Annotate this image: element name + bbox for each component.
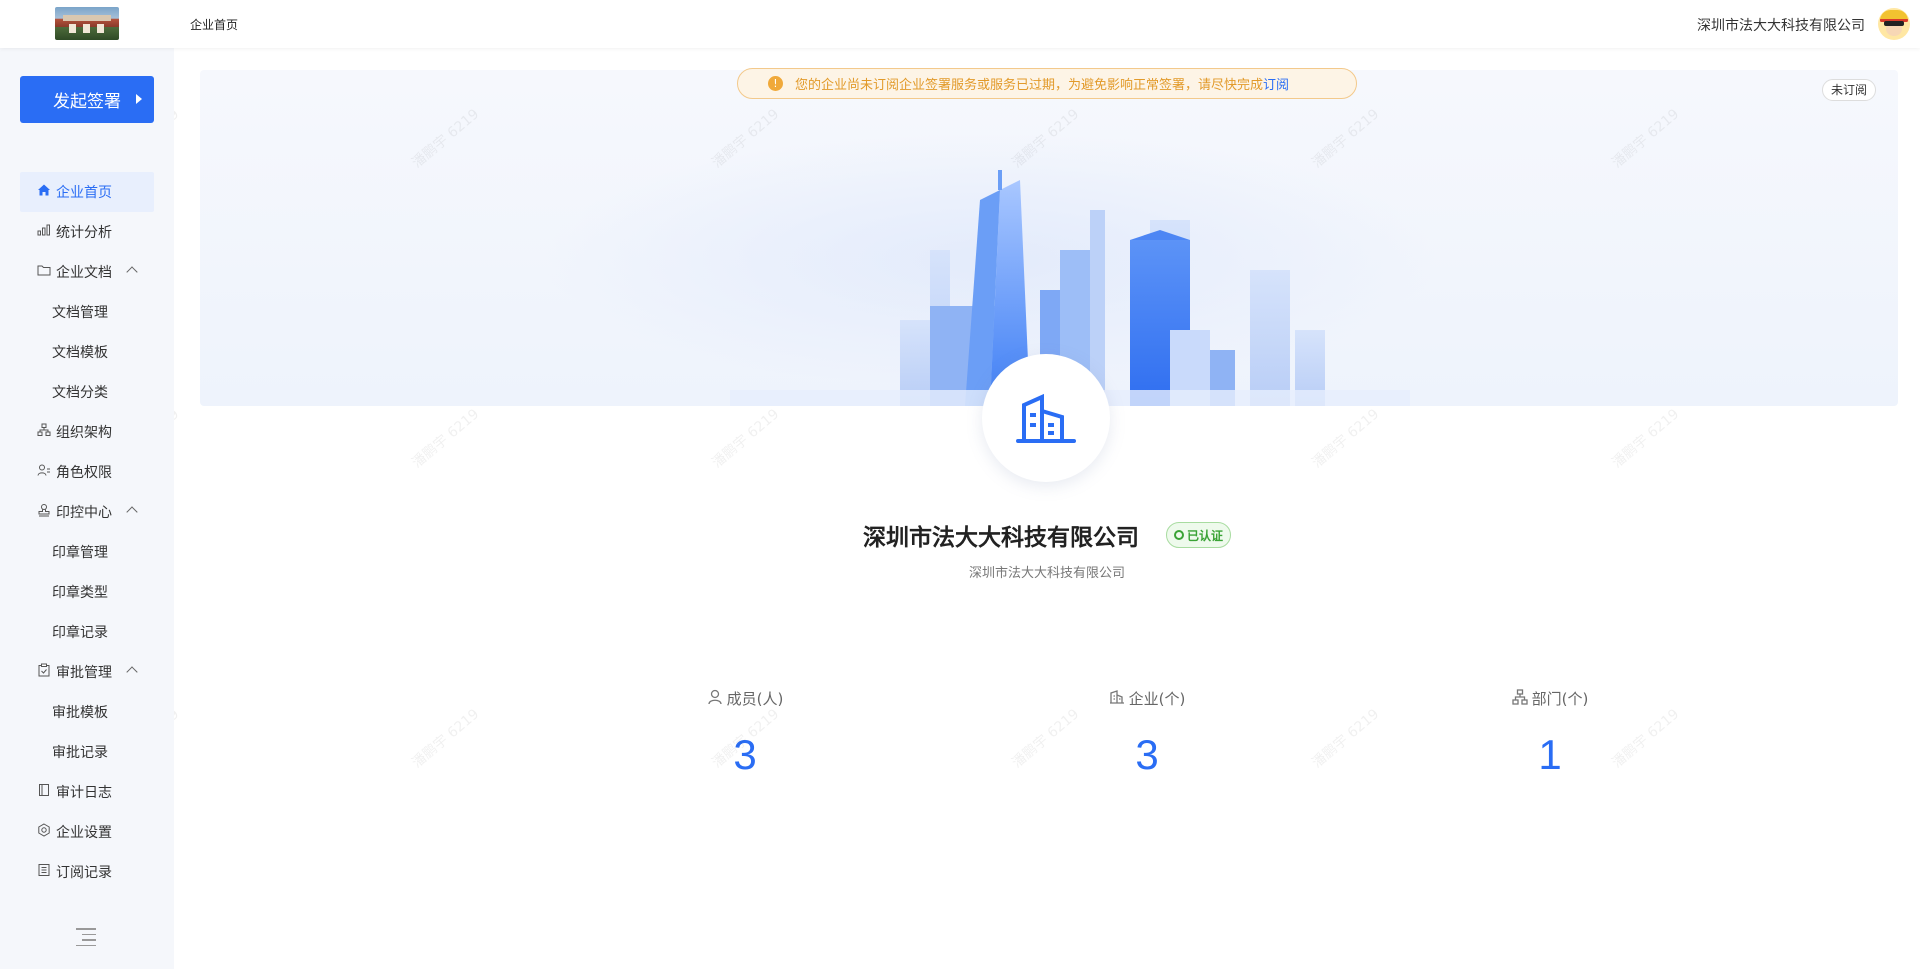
watermark-text: 潘鹏宇 6219	[1609, 406, 1683, 472]
sidebar-item-label: 企业首页	[56, 185, 112, 201]
user-icon	[707, 689, 723, 709]
sidebar-item-statistics[interactable]: 统计分析	[20, 212, 154, 252]
sidebar-item-roles[interactable]: 角色权限	[20, 452, 154, 492]
sidebar-item-label: 企业文档	[56, 265, 112, 281]
sidebar-item-approval-templates[interactable]: 审批模板	[20, 692, 154, 732]
sidebar-item-subscription-records[interactable]: 订阅记录	[20, 852, 154, 892]
sidebar-item-seal-records[interactable]: 印章记录	[20, 612, 154, 652]
sidebar-nav: 企业首页 统计分析 企业文档 文档管理 文档模板 文档分类 组织架构 角色权限 …	[20, 172, 154, 892]
notebook-icon	[36, 783, 52, 801]
verified-icon	[1174, 530, 1185, 540]
building-icon	[1016, 393, 1076, 443]
sidebar-item-label: 审批模板	[52, 705, 108, 721]
stat-departments[interactable]: 部门(个) 1	[1450, 688, 1650, 779]
stat-label: 成员(人)	[726, 690, 784, 708]
watermark-text: 潘鹏宇 6219	[174, 706, 183, 771]
bar-chart-icon	[36, 223, 52, 241]
document-list-icon	[36, 863, 52, 881]
app-logo[interactable]	[55, 7, 119, 40]
sidebar-item-label: 印章类型	[52, 585, 108, 601]
subscribe-link[interactable]: 订阅	[1263, 74, 1289, 93]
sidebar: 发起签署 企业首页 统计分析 企业文档 文档管理 文档模板 文档分类 组织架构 …	[0, 48, 174, 969]
stamp-icon	[36, 503, 52, 521]
chevron-up-icon	[126, 506, 138, 518]
stat-members[interactable]: 成员(人) 3	[645, 688, 845, 779]
sidebar-item-label: 审批管理	[56, 665, 112, 681]
top-header: 企业首页 深圳市法大大科技有限公司	[0, 0, 1920, 48]
sidebar-item-label: 角色权限	[56, 465, 112, 481]
stat-label: 企业(个)	[1128, 690, 1186, 708]
home-icon	[36, 183, 52, 201]
sidebar-item-label: 印控中心	[56, 505, 112, 521]
company-subtitle: 深圳市法大大科技有限公司	[968, 566, 1125, 581]
company-heading: 深圳市法大大科技有限公司 已认证	[174, 518, 1920, 552]
stat-value: 3	[1135, 731, 1159, 778]
warning-icon: !	[768, 76, 783, 91]
main-content: ! 您的企业尚未订阅企业签署服务或服务已过期，为避免影响正常签署，请尽快完成 订…	[174, 48, 1920, 969]
start-signing-label: 发起签署	[53, 92, 121, 112]
sidebar-item-audit-log[interactable]: 审计日志	[20, 772, 154, 812]
org-chart-icon	[1511, 688, 1528, 709]
subscription-notice: ! 您的企业尚未订阅企业签署服务或服务已过期，为避免影响正常签署，请尽快完成 订…	[737, 68, 1357, 99]
chevron-up-icon	[126, 666, 138, 678]
start-signing-button[interactable]: 发起签署	[20, 76, 154, 123]
sidebar-item-enterprise-settings[interactable]: 企业设置	[20, 812, 154, 852]
stat-value: 1	[1538, 731, 1562, 778]
stat-enterprises[interactable]: 企业(个) 3	[1047, 688, 1247, 779]
stat-value: 3	[733, 731, 757, 778]
clipboard-check-icon	[36, 663, 52, 681]
sidebar-item-doc-management[interactable]: 文档管理	[20, 292, 154, 332]
collapse-menu-icon[interactable]	[76, 928, 96, 946]
verified-badge: 已认证	[1166, 522, 1232, 548]
org-chart-icon	[36, 423, 52, 441]
sidebar-item-label: 组织架构	[56, 425, 112, 441]
watermark-text: 潘鹏宇 6219	[174, 406, 183, 471]
sidebar-item-label: 印章管理	[52, 545, 108, 561]
sidebar-item-seal-management[interactable]: 印章管理	[20, 532, 154, 572]
sidebar-item-label: 审批记录	[52, 745, 108, 761]
sidebar-item-enterprise-home[interactable]: 企业首页	[20, 172, 154, 212]
watermark-text: 潘鹏宇 6219	[409, 406, 483, 472]
company-logo	[982, 354, 1110, 482]
watermark-text: 潘鹏宇 6219	[174, 106, 183, 171]
watermark-text: 潘鹏宇 6219	[409, 706, 483, 772]
sidebar-item-label: 企业设置	[56, 825, 112, 841]
verified-label: 已认证	[1187, 528, 1224, 543]
chevron-up-icon	[126, 266, 138, 278]
watermark-text: 潘鹏宇 6219	[709, 406, 783, 472]
sidebar-item-doc-categories[interactable]: 文档分类	[20, 372, 154, 412]
sidebar-item-org-structure[interactable]: 组织架构	[20, 412, 154, 452]
sidebar-item-seal-types[interactable]: 印章类型	[20, 572, 154, 612]
sidebar-item-approval-records[interactable]: 审批记录	[20, 732, 154, 772]
sidebar-item-label: 订阅记录	[56, 865, 112, 881]
subscription-status-badge: 未订阅	[1821, 79, 1876, 101]
user-role-icon	[36, 463, 52, 481]
folder-icon	[36, 263, 52, 281]
watermark-text: 潘鹏宇 6219	[1309, 406, 1383, 472]
avatar[interactable]	[1878, 8, 1910, 40]
sidebar-item-approval-management[interactable]: 审批管理	[20, 652, 154, 692]
header-company-name[interactable]: 深圳市法大大科技有限公司	[1697, 15, 1865, 35]
sidebar-item-label: 文档分类	[52, 385, 108, 401]
settings-icon	[36, 823, 52, 841]
company-name: 深圳市法大大科技有限公司	[862, 525, 1139, 551]
notice-text: 您的企业尚未订阅企业签署服务或服务已过期，为避免影响正常签署，请尽快完成	[795, 78, 1264, 93]
sidebar-item-seal-center[interactable]: 印控中心	[20, 492, 154, 532]
sidebar-item-label: 印章记录	[52, 625, 108, 641]
sidebar-item-enterprise-docs[interactable]: 企业文档	[20, 252, 154, 292]
caret-right-icon	[136, 94, 142, 104]
watermark-text: 潘鹏宇 6219	[1309, 706, 1383, 772]
page-title: 企业首页	[190, 18, 239, 32]
sidebar-item-label: 文档管理	[52, 305, 108, 321]
stat-label: 部门(个)	[1531, 690, 1589, 708]
sidebar-item-doc-templates[interactable]: 文档模板	[20, 332, 154, 372]
sidebar-item-label: 审计日志	[56, 785, 112, 801]
sidebar-item-label: 统计分析	[56, 225, 112, 241]
building-icon	[1109, 689, 1125, 709]
sidebar-item-label: 文档模板	[52, 345, 108, 361]
